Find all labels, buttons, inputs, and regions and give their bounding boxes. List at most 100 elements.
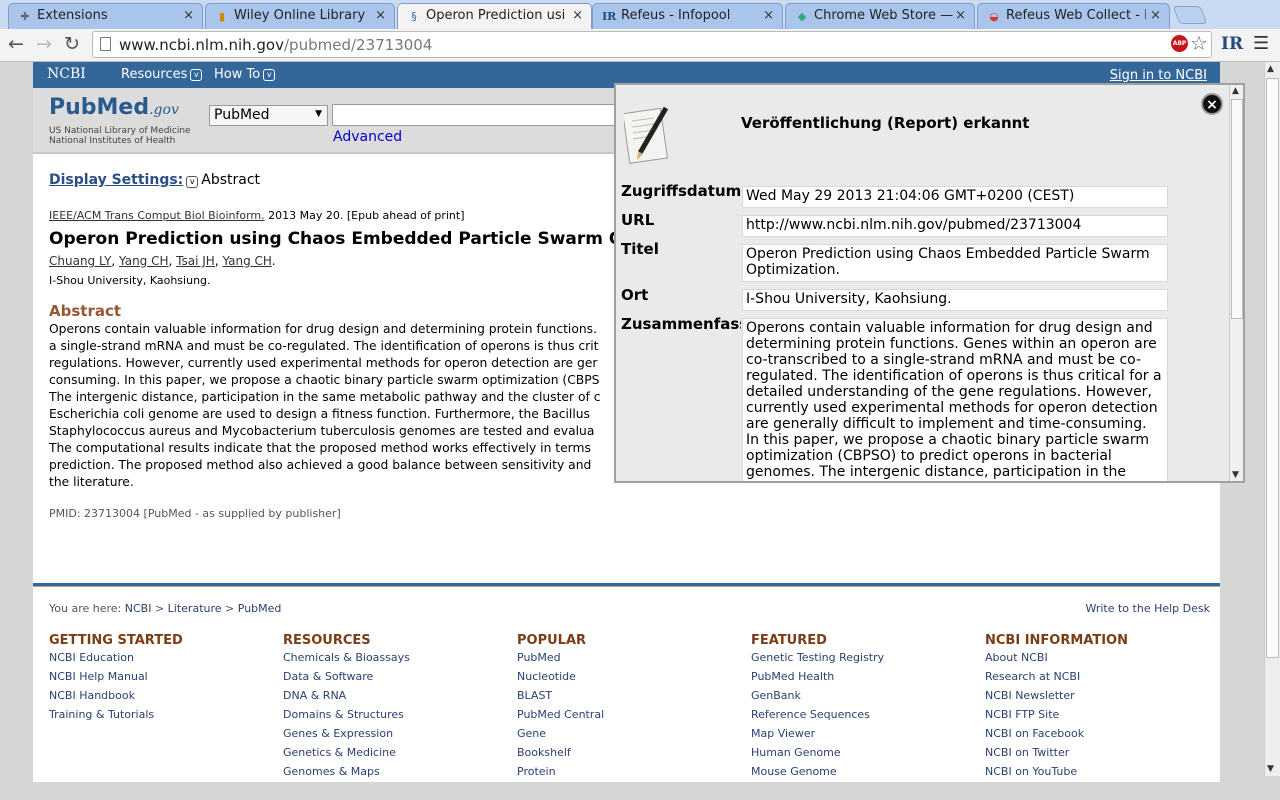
author-link[interactable]: Yang CH [119,254,168,268]
footer-link[interactable]: NCBI on Facebook [985,727,1128,746]
search-input[interactable] [332,104,632,126]
footer-column: NCBI INFORMATION About NCBI Research at NC… [985,633,1128,782]
refeus-extension-button[interactable]: IR [1221,34,1243,54]
footer-link[interactable]: NCBI Handbook [49,689,183,708]
footer-link[interactable]: Genetics & Medicine [283,746,410,765]
footer-link[interactable]: PubMed Central [517,708,604,727]
breadcrumb-pubmed[interactable]: PubMed [238,602,282,615]
scroll-thumb[interactable] [1266,78,1279,658]
close-tab-icon[interactable]: × [572,8,583,23]
footer-link[interactable]: Reference Sequences [751,708,884,727]
footer-link[interactable]: DNA & RNA [283,689,410,708]
footer-link[interactable]: GenBank [751,689,884,708]
tab-strip: ✚ Extensions × ▮ Wiley Online Library × § Ope… [0,0,1280,29]
footer-column-heading: FEATURED [751,633,827,648]
scroll-up-icon[interactable]: ▲ [1267,64,1274,74]
footer-link[interactable]: Genetic Testing Registry [751,651,884,670]
dropdown-arrow-icon: ▼ [315,109,322,119]
scroll-down-icon[interactable]: ▼ [1267,764,1274,774]
close-tab-icon[interactable]: × [955,8,966,23]
footer-link[interactable]: BLAST [517,689,604,708]
footer-link[interactable]: Human Genome [751,746,884,765]
footer-link[interactable]: Training & Tutorials [49,708,183,727]
footer-link[interactable]: Map Viewer [751,727,884,746]
citation: IEEE/ACM Trans Comput Biol Bioinform. 20… [49,209,465,222]
footer-link[interactable]: PubMed [517,651,604,670]
close-tab-icon[interactable]: × [1150,8,1161,23]
author-link[interactable]: Tsai JH [176,254,215,268]
resources-menu[interactable]: Resources v [121,67,203,82]
reload-icon[interactable]: ↻ [64,33,80,55]
refeus-report-popup: × Veröffentlichung (Report) erkannt Zugr… [614,83,1245,483]
footer-link[interactable]: Protein [517,765,604,782]
footer-link[interactable]: Gene [517,727,604,746]
chevron-down-icon: v [263,69,276,81]
footer-link[interactable]: NCBI Newsletter [985,689,1128,708]
footer-link[interactable]: Bookshelf [517,746,604,765]
author-link[interactable]: Chuang LY [49,254,111,268]
menu-icon[interactable]: ☰ [1253,33,1269,54]
chevron-down-icon[interactable]: v [186,176,199,188]
field-titel[interactable]: Operon Prediction using Chaos Embedded P… [742,244,1168,282]
howto-menu[interactable]: How To v [214,67,276,82]
footer-link[interactable]: Chemicals & Bioassays [283,651,410,670]
footer-link[interactable]: Data & Software [283,670,410,689]
footer-link[interactable]: NCBI FTP Site [985,708,1128,727]
page-scrollbar[interactable]: ▲ ▼ [1264,62,1280,776]
popup-scroll-thumb[interactable] [1231,99,1243,319]
footer-link[interactable]: Mouse Genome [751,765,884,782]
author-link[interactable]: Yang CH [222,254,271,268]
new-tab-button[interactable] [1172,6,1208,24]
footer-link[interactable]: Genes & Expression [283,727,410,746]
footer-link[interactable]: Domains & Structures [283,708,410,727]
label-titel: Titel [621,240,659,258]
database-select[interactable]: PubMed ▼ [209,105,328,126]
forward-icon[interactable]: → [36,33,52,55]
ncbi-icon: § [411,10,417,23]
footer-column-heading: GETTING STARTED [49,633,183,648]
tab-wiley[interactable]: ▮ Wiley Online Library × [205,3,395,29]
ncbi-logo[interactable]: NCBI [47,66,86,82]
affiliation: I-Shou University, Kaohsiung. [49,274,211,287]
footer-link[interactable]: Genomes & Maps [283,765,410,782]
footer-link[interactable]: Nucleotide [517,670,604,689]
footer-link[interactable]: NCBI on Twitter [985,746,1128,765]
pubmed-logo[interactable]: PubMed.gov [49,95,179,120]
adblock-icon[interactable]: ABP [1171,35,1188,52]
advanced-search-link[interactable]: Advanced [333,129,402,145]
close-tab-icon[interactable]: × [183,8,194,23]
scroll-down-icon[interactable]: ▼ [1232,470,1239,480]
breadcrumb-ncbi[interactable]: NCBI [125,602,152,615]
footer-link[interactable]: About NCBI [985,651,1128,670]
tab-extensions[interactable]: ✚ Extensions × [8,3,203,29]
footer-column-heading: POPULAR [517,633,587,648]
tab-operon[interactable]: § Operon Prediction usin × [397,3,592,29]
journal-link[interactable]: IEEE/ACM Trans Comput Biol Bioinform. [49,209,265,222]
field-zusammenfassung[interactable]: Operons contain valuable information for… [742,318,1168,481]
bookmark-star-icon[interactable]: ☆ [1190,31,1208,55]
field-ort[interactable]: I-Shou University, Kaohsiung. [742,289,1168,311]
tab-refeus-web-collect[interactable]: ◒ Refeus Web Collect - E × [977,3,1170,29]
tab-refeus-infopool[interactable]: IR Refeus - Infopool × [592,3,783,29]
close-popup-button[interactable]: × [1201,93,1223,115]
display-settings-link[interactable]: Display Settings: [49,172,183,188]
footer-link[interactable]: PubMed Health [751,670,884,689]
field-url[interactable]: http://www.ncbi.nlm.nih.gov/pubmed/23713… [742,215,1168,237]
footer-link[interactable]: NCBI Help Manual [49,670,183,689]
back-icon[interactable]: ← [8,33,24,55]
breadcrumb-literature[interactable]: Literature [168,602,222,615]
field-zugriffsdatum[interactable]: Wed May 29 2013 21:04:06 GMT+0200 (CEST) [742,186,1168,208]
footer-column-heading: NCBI INFORMATION [985,633,1128,648]
popup-scrollbar[interactable]: ▲ ▼ [1229,85,1243,481]
footer-link[interactable]: Research at NCBI [985,670,1128,689]
address-bar[interactable]: www.ncbi.nlm.nih.gov/pubmed/23713004 [92,31,1212,58]
chrome-store-icon: ◆ [797,10,807,23]
help-desk-link[interactable]: Write to the Help Desk [1085,602,1210,615]
scroll-up-icon[interactable]: ▲ [1232,86,1239,96]
footer-link[interactable]: NCBI Education [49,651,183,670]
footer-link[interactable]: NCBI on YouTube [985,765,1128,782]
close-tab-icon[interactable]: × [763,8,774,23]
tab-chrome-web-store[interactable]: ◆ Chrome Web Store — C × [785,3,975,29]
close-tab-icon[interactable]: × [375,8,386,23]
sign-in-link[interactable]: Sign in to NCBI [1110,68,1207,83]
